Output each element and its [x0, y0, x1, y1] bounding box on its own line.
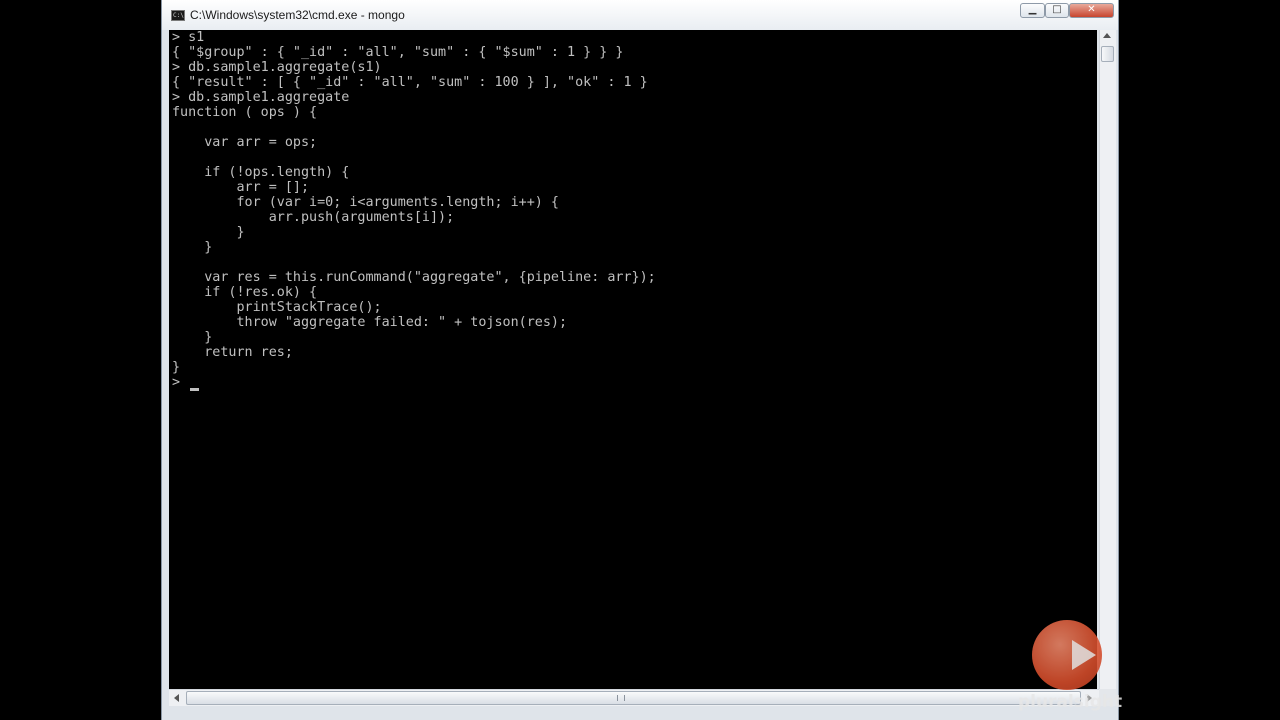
title-bar[interactable]: C:\ C:\Windows\system32\cmd.exe - mongo … [162, 0, 1118, 30]
console-output[interactable]: > s1 { "$group" : { "_id" : "all", "sum"… [169, 30, 1097, 689]
cmd-window: C:\ C:\Windows\system32\cmd.exe - mongo … [161, 0, 1119, 720]
console-line: } [172, 225, 245, 240]
console-line: var arr = ops; [172, 135, 318, 150]
window-title: C:\Windows\system32\cmd.exe - mongo [190, 8, 405, 22]
console-line: > db.sample1.aggregate(s1) [172, 60, 382, 75]
console-line: throw "aggregate failed: " + tojson(res)… [172, 315, 568, 330]
maximize-button[interactable]: □ [1045, 3, 1069, 18]
vertical-scrollbar[interactable] [1099, 30, 1116, 689]
console-line: return res; [172, 345, 293, 360]
scroll-up-arrow-icon[interactable] [1103, 33, 1111, 38]
text-cursor [190, 388, 199, 391]
console-line: } [172, 330, 213, 345]
play-triangle-icon [1072, 640, 1096, 670]
play-logo-icon [1032, 620, 1102, 690]
console-line: if (!ops.length) { [172, 165, 350, 180]
console-line: } [172, 360, 181, 375]
console-line: } [172, 240, 213, 255]
console-line: arr.push(arguments[i]); [172, 210, 455, 225]
horizontal-scrollbar[interactable] [169, 689, 1099, 706]
watermark-brand-text: pluralsight [1018, 692, 1123, 712]
console-line: if (!res.ok) { [172, 285, 318, 300]
console-line: for (var i=0; i<arguments.length; i++) { [172, 195, 559, 210]
vertical-scroll-thumb[interactable] [1101, 46, 1114, 62]
console-line: > s1 [172, 30, 205, 45]
minimize-button[interactable]: ▁ [1020, 3, 1045, 18]
console-line: function ( ops ) { [172, 105, 318, 120]
console-line: > db.sample1.aggregate [172, 90, 350, 105]
console-line: { "$group" : { "_id" : "all", "sum" : { … [172, 45, 624, 60]
scroll-grip-icon [617, 695, 625, 701]
console-line: { "result" : [ { "_id" : "all", "sum" : … [172, 75, 648, 90]
console-line: arr = []; [172, 180, 310, 195]
cmd-app-icon[interactable]: C:\ [171, 10, 185, 21]
console-line: var res = this.runCommand("aggregate", {… [172, 270, 656, 285]
close-button[interactable]: ✕ [1069, 3, 1114, 18]
console-prompt[interactable]: > [172, 375, 188, 390]
pluralsight-watermark: pluralsight [1018, 620, 1123, 715]
scroll-left-arrow-icon[interactable] [174, 694, 179, 702]
console-line: printStackTrace(); [172, 300, 382, 315]
horizontal-scroll-thumb[interactable] [186, 691, 1081, 705]
